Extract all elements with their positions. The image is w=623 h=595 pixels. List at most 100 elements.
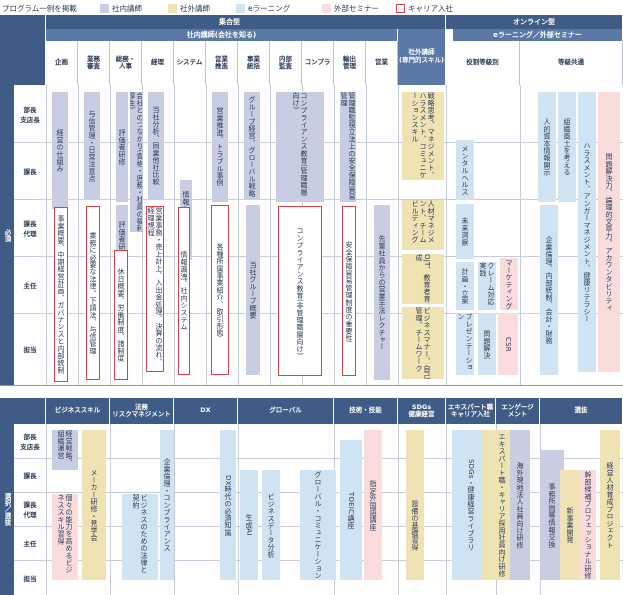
program-label: メーカー研修・見学会 <box>90 469 99 541</box>
legend-label: eラーニング <box>248 4 291 13</box>
legend-swatch <box>168 4 177 13</box>
column-header: 経理 <box>142 41 174 85</box>
grid-line <box>270 85 271 385</box>
program-bar: 評価者研修 <box>116 92 128 202</box>
program-label: プレゼンテーション <box>457 313 474 371</box>
program-label: SDGs・健康経営ライブラリ <box>467 459 476 551</box>
program-bar: 企業倫理、内部統制、会計・財務 <box>540 205 558 375</box>
program-label: 問題解決 <box>483 329 492 359</box>
program-bar: 幹部候補プロフェッショナル研修 <box>580 470 596 580</box>
header-group-shugo: 集合型 <box>14 15 446 29</box>
grid-line <box>238 424 239 595</box>
program-label: 企業倫理・コンプライアンス <box>163 458 172 552</box>
header-online-sub: eラーニング／外部セミナー <box>453 29 623 41</box>
bottom-header-corner <box>0 398 46 424</box>
legend-item: 社内講師 <box>100 3 142 14</box>
program-bar: 当社グループ概要 <box>246 205 260 375</box>
program-label: クレーム対応実践 <box>479 262 496 306</box>
program-bar: 海外現地法人社員向け研修 <box>510 430 530 580</box>
program-bar: 営業事務・売上計上、入出金処理、決算の流れ、経理規程 <box>146 206 164 372</box>
program-bar: 会社とのつながり(資格・庶務・社員の福利厚生) <box>130 92 142 232</box>
program-bar: 各種所属事業紹介、取引形態 <box>211 205 229 375</box>
legend-label: 社内講師 <box>112 4 142 13</box>
program-label: 営業事務・売上計上、入出金処理、決算の流れ、経理規程 <box>147 207 164 366</box>
program-bar: コンプライアンス教育(非管理職層向け) <box>278 206 322 376</box>
program-label: 安全保障貿易管理制度の重要性 <box>345 240 354 342</box>
program-bar: DX時代の必須知識 <box>220 430 236 580</box>
column-header: 企画 <box>46 41 78 85</box>
program-label: グローバル・コミュニケーション <box>314 471 323 579</box>
program-label: 営業推進、トラブル事例 <box>216 107 225 187</box>
program-label: 設備の基礎習得 <box>411 499 420 551</box>
legend-label: キャリア入社 <box>408 4 453 13</box>
grid-line <box>446 85 447 385</box>
program-label: 業務に必要な法律、下請法、与信管理 <box>89 231 98 355</box>
program-bar: 経営の仕組み <box>52 92 68 209</box>
program-label: TOEIC講座 <box>347 491 356 529</box>
column-header: 事業 統括 <box>238 41 270 85</box>
program-bar: 事業概要、中期経営計画、ガバナンスと内部統制 <box>54 207 68 382</box>
program-bar: 問題解決力、論理的文章力、アカウンタビリティ <box>598 92 620 372</box>
program-bar: 戦略思考、マネジメント、ハラスメント、コミュニケーションスキル <box>402 92 444 180</box>
program-label: 各種所属事業紹介、取引形態 <box>216 243 225 337</box>
grid-line <box>142 85 143 385</box>
program-label: 先輩社員からの営業手法レクチャー <box>378 234 387 351</box>
program-bar: 先輩社員からの営業手法レクチャー <box>374 205 390 380</box>
program-label: 評価者研修 <box>118 129 127 165</box>
program-bar: 休日概要、労働制度、諸制度 <box>114 250 128 380</box>
header-group-online: オンライン型 <box>446 15 623 29</box>
program-label: 問題解決力、論理的文章力、アカウンタビリティ <box>605 152 614 312</box>
legend-swatch <box>396 4 405 13</box>
program-label: コンプライアンス教育(非管理職層向け) <box>296 226 305 356</box>
program-label: 事業概要、中期経営計画、ガバナンスと内部統制 <box>57 215 66 374</box>
program-label: OJT、教育者育成 <box>415 254 432 303</box>
row-label: 主任 <box>23 540 37 548</box>
row-label: 部長 支店長 <box>20 433 40 451</box>
column-header: 内部 監査 <box>270 41 302 85</box>
bottom-column-header: エキスパート職 キャリア入社 <box>446 398 496 424</box>
program-label: CSR <box>504 336 513 352</box>
program-bar: 当社分析、同業他社比較 <box>148 92 164 200</box>
program-label: 幹部候補プロフェッショナル研修 <box>584 471 593 579</box>
header-inhouse-sub: 社内講師(会社を知る) <box>46 29 398 41</box>
program-bar: 企業倫理・コンプライアンス <box>160 430 174 580</box>
row-label: 担当 <box>23 574 37 583</box>
row-label: 課長 <box>23 167 37 176</box>
program-bar: マーケティング <box>500 258 518 310</box>
program-bar: 経営戦略、組織運営 <box>52 430 78 470</box>
program-label: 与信管理・日常注意点 <box>88 110 97 182</box>
program-bar: 安全保障貿易管理制度の重要性 <box>342 206 356 376</box>
row-label: 主任 <box>23 281 37 290</box>
program-label: 未来洞察 <box>461 217 470 246</box>
program-label: 事務所間等情報交換 <box>548 482 557 548</box>
program-bar: 生成AI <box>240 470 258 580</box>
legend-item: 外部セミナー <box>322 3 379 14</box>
program-bar: 未来洞察 <box>456 204 474 259</box>
header-corner <box>0 15 46 85</box>
program-label: ビジネスマナー、自己管理、チームワーク <box>415 307 432 379</box>
program-label: マーケティング <box>505 258 514 310</box>
program-label: 指定外国語講座 <box>369 479 378 531</box>
program-label: 人的資本情報開示 <box>543 118 552 176</box>
program-bar: 計画・立案 <box>456 262 474 310</box>
row-label: 部長 支店長 <box>20 105 40 124</box>
legend-label: 社外講師 <box>180 4 210 13</box>
bottom-column-header: エンゲージ メント <box>496 398 540 424</box>
program-bar: 個々の能力を高めるビジネススキル習得 <box>52 494 78 580</box>
header-external-lecturer: 社外講師 (専門的スキル) <box>398 29 446 85</box>
row-label: 課長 代理 <box>23 501 37 519</box>
program-label: コンプライアンス教育(管理職層向け) <box>292 92 309 196</box>
program-label: 経営の仕組み <box>56 128 65 173</box>
column-header: 営業 推進 <box>206 41 238 85</box>
grid-line <box>174 85 175 385</box>
program-bar: 営業推進、トラブル事例 <box>212 92 228 202</box>
program-bar: 与信管理・日常注意点 <box>84 92 100 200</box>
legend-item: 社外講師 <box>168 3 210 14</box>
program-label: 企業倫理、内部統制、会計・財務 <box>545 236 554 344</box>
grid-line <box>520 85 521 385</box>
program-label: 新事業開発 <box>566 507 575 543</box>
online-column-header: 等級共通 <box>520 41 623 85</box>
program-label: メンタルヘルス <box>461 144 470 196</box>
program-bar: 組織風土を考える <box>558 92 576 202</box>
program-bar: グループ経営、グローバル戦略 <box>244 92 260 200</box>
